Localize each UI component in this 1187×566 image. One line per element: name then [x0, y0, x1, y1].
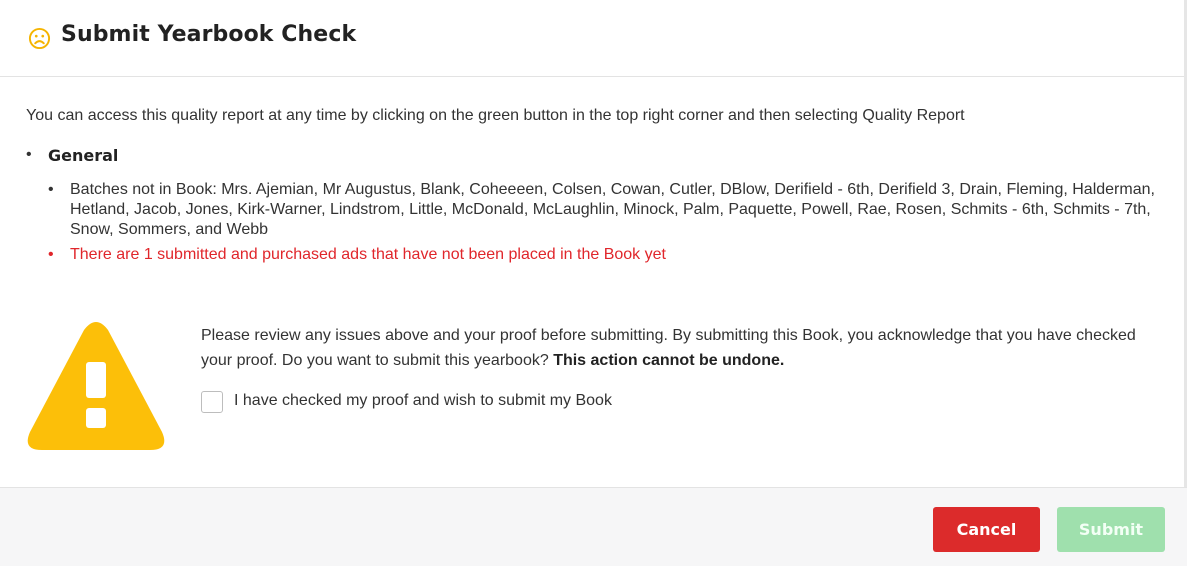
section-heading: General [48, 146, 119, 165]
bullet: • [48, 246, 54, 263]
warning-emphasis: This action cannot be undone. [553, 352, 785, 369]
warning-triangle-icon [27, 322, 165, 450]
section-heading-row: • General [26, 146, 1156, 168]
bullet: • [48, 181, 54, 198]
issue-text: There are 1 submitted and purchased ads … [70, 246, 666, 263]
submit-button[interactable]: Submit [1057, 507, 1165, 552]
dialog-title: Submit Yearbook Check [61, 22, 357, 47]
cancel-button[interactable]: Cancel [933, 507, 1040, 552]
intro-text: You can access this quality report at an… [26, 107, 965, 124]
dialog-footer: Cancel Submit [0, 487, 1187, 566]
submit-yearbook-dialog: Submit Yearbook Check You can access thi… [0, 0, 1187, 566]
issue-text: Batches not in Book: Mrs. Ajemian, Mr Au… [70, 181, 1155, 238]
list-item: • There are 1 submitted and purchased ad… [46, 245, 1156, 265]
confirm-checkbox-label[interactable]: I have checked my proof and wish to subm… [234, 392, 612, 410]
confirmation-message: Please review any issues above and your … [201, 323, 1171, 373]
confirm-checkbox[interactable] [201, 391, 223, 413]
sad-face-icon [28, 27, 51, 50]
issue-list: • Batches not in Book: Mrs. Ajemian, Mr … [46, 180, 1156, 265]
quality-section: • General • Batches not in Book: Mrs. Aj… [26, 146, 1156, 263]
bullet: • [26, 146, 32, 163]
list-item: • Batches not in Book: Mrs. Ajemian, Mr … [46, 180, 1156, 240]
dialog-header: Submit Yearbook Check [0, 0, 1187, 77]
